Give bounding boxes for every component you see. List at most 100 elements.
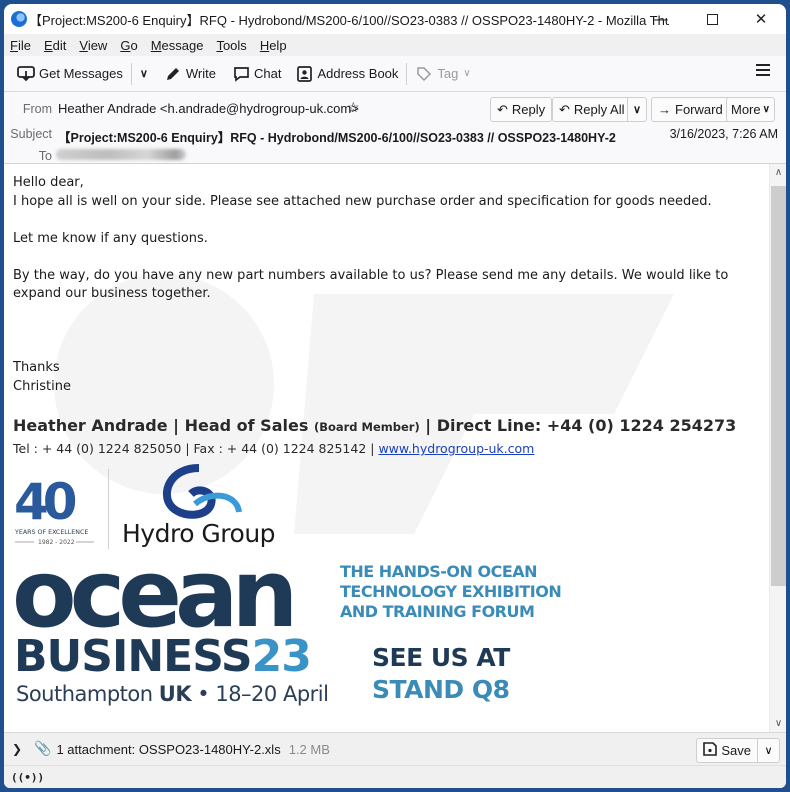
- menu-view[interactable]: View: [79, 38, 107, 53]
- more-button[interactable]: More ∨: [726, 97, 775, 122]
- main-toolbar: Get Messages ∨ Write Chat Address Book T…: [4, 56, 786, 92]
- reply-all-icon: ↶: [559, 101, 570, 117]
- get-messages-dropdown[interactable]: ∨: [135, 61, 153, 87]
- attachment-bar: ❯ 📎 1 attachment: OSSPO23-1480HY-2.xls 1…: [4, 732, 786, 765]
- message-text: Hello dear, I hope all is well on your s…: [13, 174, 758, 396]
- board-member: (Board Member): [313, 420, 420, 434]
- greeting: Hello dear,: [13, 175, 84, 190]
- reply-label: Reply: [511, 102, 546, 117]
- thunderbird-icon: [11, 11, 27, 27]
- attachment-summary[interactable]: 1 attachment: OSSPO23-1480HY-2.xls: [56, 742, 280, 757]
- to-label: To: [38, 149, 52, 163]
- tag-button[interactable]: Tag ∨: [410, 61, 475, 87]
- see-us-at-stand: SEE US AT STAND Q8: [372, 643, 510, 704]
- website-link[interactable]: www.hydrogroup-uk.com: [378, 441, 534, 456]
- save-label: Save: [721, 743, 751, 758]
- ocean-business-banner: ocean BUSINESS23 Southampton UK • 18–20 …: [12, 548, 572, 726]
- chevron-down-icon: ∨: [762, 104, 770, 115]
- to-recipient-redacted: [56, 149, 186, 160]
- menu-tools[interactable]: Tools: [216, 38, 246, 53]
- subject-label: Subject: [10, 127, 52, 141]
- reply-all-label: Reply All: [573, 102, 625, 117]
- address-book-button[interactable]: Address Book: [290, 61, 403, 87]
- reply-all-button[interactable]: ↶ Reply All: [552, 97, 632, 122]
- menu-help[interactable]: Help: [260, 38, 287, 53]
- window-title: 【Project:MS200-6 Enquiry】RFQ - Hydrobond…: [29, 12, 669, 28]
- from-value[interactable]: Heather Andrade <h.andrade@hydrogroup-uk…: [58, 101, 359, 116]
- vertical-scrollbar[interactable]: ∧ ∨: [769, 164, 786, 732]
- chevron-down-icon: ∨: [463, 68, 471, 79]
- address-book-icon: [295, 65, 313, 83]
- save-dropdown[interactable]: ∨: [758, 738, 780, 763]
- chevron-down-icon: ∨: [139, 68, 148, 80]
- save-disk-icon: [703, 742, 718, 759]
- address-book-label: Address Book: [317, 66, 399, 81]
- thunderbird-window: 【Project:MS200-6 Enquiry】RFQ - Hydrobond…: [4, 4, 786, 788]
- body-line-3: By the way, do you have any new part num…: [13, 267, 729, 302]
- subject-value: 【Project:MS200-6 Enquiry】RFQ - Hydrobond…: [58, 131, 616, 145]
- chat-button[interactable]: Chat: [227, 61, 286, 87]
- direct-line: | Direct Line: +44 (0) 1224 254273: [419, 416, 737, 435]
- forty-number: 40: [14, 473, 76, 531]
- forward-arrow-icon: →: [658, 102, 671, 117]
- scroll-up-arrow-icon[interactable]: ∧: [770, 164, 786, 181]
- business-word: BUSINESS23: [14, 631, 312, 682]
- status-bar: ((•)): [4, 765, 786, 788]
- forward-button[interactable]: → Forward: [651, 97, 730, 122]
- chevron-down-icon: ∨: [764, 744, 773, 757]
- minimize-button[interactable]: —: [638, 4, 684, 34]
- reply-all-dropdown[interactable]: ∨: [627, 97, 647, 122]
- reply-button[interactable]: ↶ Reply: [490, 97, 553, 122]
- more-label: More: [731, 102, 761, 117]
- menu-go[interactable]: Go: [120, 38, 137, 53]
- save-attachment-button[interactable]: Save: [696, 738, 758, 763]
- write-button[interactable]: Write: [159, 61, 221, 87]
- logo-divider: [108, 469, 109, 549]
- title-bar: 【Project:MS200-6 Enquiry】RFQ - Hydrobond…: [4, 4, 786, 34]
- toolbar-separator: [130, 62, 132, 85]
- tag-icon: [415, 65, 433, 83]
- stand-number: STAND Q8: [372, 675, 510, 704]
- chevron-down-icon: ∨: [632, 104, 642, 116]
- message-body: Hello dear, I hope all is well on your s…: [4, 164, 786, 732]
- online-status-icon[interactable]: ((•)): [11, 771, 44, 784]
- get-messages-button[interactable]: Get Messages: [12, 61, 128, 87]
- chat-icon: [232, 65, 250, 83]
- closing-name: Christine: [13, 378, 71, 394]
- event-location: Southampton UK • 18–20 April: [16, 682, 329, 706]
- attachment-size: 1.2 MB: [288, 741, 330, 757]
- menu-edit[interactable]: Edit: [44, 38, 66, 53]
- maximize-icon: [706, 13, 718, 25]
- expand-attachments-chevron-icon[interactable]: ❯: [12, 742, 26, 756]
- business-year: 23: [251, 631, 312, 682]
- message-header: From Heather Andrade <h.andrade@hydrogro…: [4, 92, 786, 164]
- closing: Thanks: [13, 360, 60, 375]
- menu-message[interactable]: Message: [151, 38, 204, 53]
- menu-bar: File Edit View Go Message Tools Help: [4, 34, 786, 56]
- reply-icon: ↶: [497, 101, 508, 117]
- chat-label: Chat: [254, 66, 282, 81]
- hamburger-icon: [756, 64, 770, 66]
- signature-contact: Tel : + 44 (0) 1224 825050 | Fax : + 44 …: [13, 441, 535, 456]
- toolbar-separator: [406, 62, 408, 85]
- app-menu-button[interactable]: [756, 64, 770, 79]
- get-messages-label: Get Messages: [39, 66, 123, 81]
- scrollbar-thumb[interactable]: [771, 186, 786, 586]
- tag-label: Tag: [437, 66, 459, 81]
- menu-file[interactable]: File: [10, 38, 31, 53]
- forty-caption: YEARS OF EXCELLENCE: [14, 529, 88, 536]
- close-button[interactable]: ✕: [738, 4, 784, 34]
- ocean-word: ocean: [12, 540, 298, 649]
- body-line-2: Let me know if any questions.: [13, 230, 208, 246]
- star-icon[interactable]: ☆: [347, 99, 360, 116]
- message-date: 3/16/2023, 7:26 AM: [669, 127, 778, 141]
- event-tagline: THE HANDS-ON OCEAN TECHNOLOGY EXHIBITION…: [340, 562, 562, 621]
- forty-years-logo: 40 YEARS OF EXCELLENCE 1982 - 2022: [14, 473, 94, 546]
- download-icon: [17, 65, 35, 83]
- scroll-down-arrow-icon[interactable]: ∨: [770, 715, 786, 732]
- maximize-button[interactable]: [689, 4, 735, 34]
- forward-label: Forward: [675, 102, 723, 117]
- write-label: Write: [185, 66, 216, 81]
- from-label: From: [22, 102, 52, 116]
- body-line-1: I hope all is well on your side. Please …: [13, 193, 712, 209]
